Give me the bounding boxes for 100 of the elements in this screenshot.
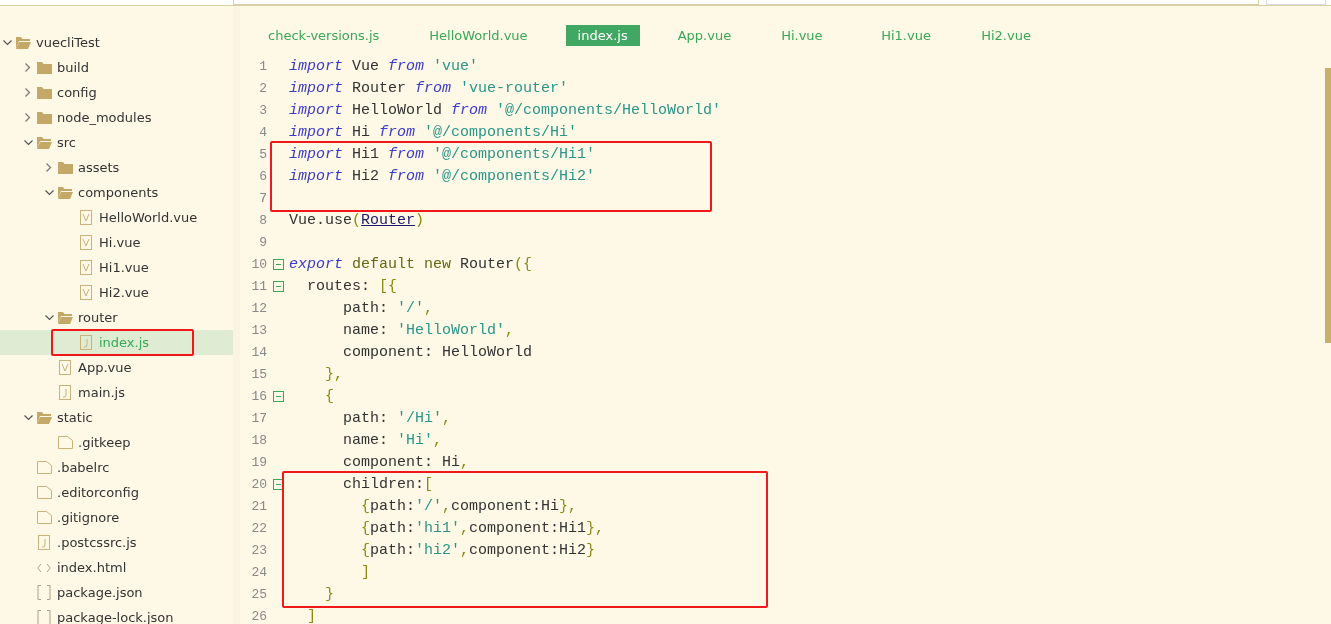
line-number: 20 [250, 476, 267, 492]
scrollbar-thumb[interactable] [1325, 68, 1331, 343]
tree-item[interactable]: main.js [0, 380, 233, 405]
code-line: path: '/', [342, 299, 434, 317]
chevron-down-icon[interactable] [23, 414, 33, 421]
vue-file-icon [59, 360, 71, 375]
tree-item[interactable]: Hi1.vue [0, 255, 233, 280]
line-number: 6 [258, 168, 267, 184]
line-number: 26 [250, 608, 267, 624]
vue-file-icon [80, 260, 92, 275]
tree-item[interactable]: Hi2.vue [0, 280, 233, 305]
tree-item[interactable]: router [0, 305, 233, 330]
line-number: 17 [250, 410, 267, 426]
code-line: name: 'HelloWorld', [342, 321, 515, 339]
vue-file-icon [80, 235, 92, 250]
open-folder-icon [57, 186, 73, 199]
chevron-down-icon[interactable] [44, 314, 54, 321]
js-file-icon [59, 385, 71, 400]
line-number: 24 [250, 564, 267, 580]
line-number: 15 [250, 366, 267, 382]
file-icon [36, 486, 52, 499]
code-line: import Router from 'vue-router' [289, 79, 569, 97]
line-number: 8 [258, 212, 267, 228]
line-number: 10 [250, 256, 267, 272]
code-line: } [324, 585, 334, 603]
tree-item[interactable]: HelloWorld.vue [0, 205, 233, 230]
code-line: routes: [{ [306, 277, 398, 295]
code-line: name: 'Hi', [342, 431, 443, 449]
folder-icon [36, 61, 52, 74]
tree-item[interactable]: assets [0, 155, 233, 180]
chevron-right-icon[interactable] [46, 163, 52, 172]
vue-file-icon [80, 285, 92, 300]
tree-item[interactable]: .gitkeep [0, 430, 233, 455]
open-folder-icon [36, 411, 52, 424]
brackets-icon [37, 610, 51, 624]
file-icon [36, 461, 52, 474]
folder-icon [36, 86, 52, 99]
code-line: children:[ [342, 475, 434, 493]
tree-item[interactable]: Hi.vue [0, 230, 233, 255]
chevron-right-icon[interactable] [25, 63, 31, 72]
code-line: import HelloWorld from '@/components/HelloWorld' [289, 101, 722, 119]
line-number: 13 [250, 322, 267, 338]
line-number: 2 [258, 80, 267, 96]
code-line: {path:'hi1',component:Hi1}, [360, 519, 605, 537]
file-icon [57, 436, 73, 449]
vue-file-icon [80, 210, 92, 225]
line-number: 25 [250, 586, 267, 602]
open-folder-icon [57, 311, 73, 324]
tree-item[interactable]: .babelrc [0, 455, 233, 480]
tree-item[interactable]: .postcssrc.js [0, 530, 233, 555]
chevron-right-icon[interactable] [25, 88, 31, 97]
chevron-right-icon[interactable] [25, 113, 31, 122]
line-number: 9 [258, 234, 267, 250]
line-number: 5 [258, 146, 267, 162]
open-folder-icon [15, 36, 31, 49]
line-number: 14 [250, 344, 267, 360]
code-line: {path:'hi2',component:Hi2} [360, 541, 596, 559]
collapse-icon[interactable] [272, 478, 284, 490]
code-line: Vue.use(Router) [289, 211, 425, 229]
line-number: 7 [258, 190, 267, 206]
tree-item[interactable]: src [0, 130, 233, 155]
tree-item[interactable]: static [0, 405, 233, 430]
code-line: path: '/Hi', [342, 409, 452, 427]
chevron-down-icon[interactable] [44, 189, 54, 196]
code-line: ] [360, 563, 370, 581]
chevron-down-icon[interactable] [23, 139, 33, 146]
collapse-icon[interactable] [272, 280, 284, 292]
tree-item[interactable]: .gitignore [0, 505, 233, 530]
line-number: 19 [250, 454, 267, 470]
line-number: 1 [258, 58, 267, 74]
code-line: component: Hi, [342, 453, 470, 471]
tree-item[interactable]: package.json [0, 580, 233, 605]
tree-item[interactable]: vuecliTest [0, 30, 233, 55]
line-number: 18 [250, 432, 267, 448]
tree-item[interactable]: package-lock.json [0, 605, 233, 624]
line-number: 3 [258, 102, 267, 118]
js-file-icon [80, 335, 92, 350]
collapse-icon[interactable] [272, 258, 284, 270]
tree-item[interactable]: node_modules [0, 105, 233, 130]
line-number: 22 [250, 520, 267, 536]
open-folder-icon [36, 136, 52, 149]
code-line: import Hi2 from '@/components/Hi2' [289, 167, 596, 185]
line-number: 21 [250, 498, 267, 514]
folder-icon [57, 161, 73, 174]
code-line: {path:'/',component:Hi}, [360, 497, 578, 515]
code-file-icon [37, 562, 51, 573]
collapse-icon[interactable] [272, 390, 284, 402]
tree-item[interactable]: index.html [0, 555, 233, 580]
tree-item[interactable]: App.vue [0, 355, 233, 380]
code-line: export default new Router({ [289, 255, 533, 273]
file-icon [36, 511, 52, 524]
tree-item[interactable]: .editorconfig [0, 480, 233, 505]
tree-item[interactable]: build [0, 55, 233, 80]
code-line: component: HelloWorld [342, 343, 533, 361]
code-line: }, [324, 365, 343, 383]
js-file-icon [38, 535, 50, 550]
code-line: import Vue from 'vue' [289, 57, 479, 75]
chevron-down-icon[interactable] [2, 39, 12, 46]
tree-item[interactable]: config [0, 80, 233, 105]
tree-item[interactable]: components [0, 180, 233, 205]
